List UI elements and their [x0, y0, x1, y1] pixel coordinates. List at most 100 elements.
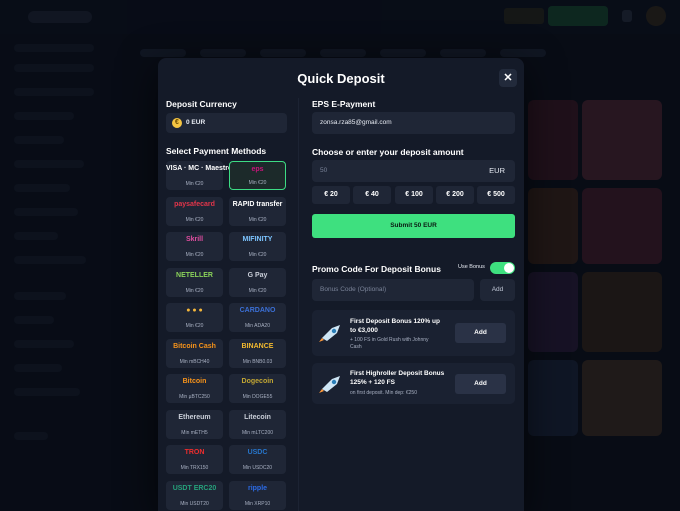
toggle-knob: [504, 263, 514, 273]
payment-method-card[interactable]: Ethereum Min mETH5: [166, 410, 223, 439]
payment-method-logo: USDT ERC20: [172, 485, 217, 492]
payment-method-card[interactable]: eps Min €20: [229, 161, 286, 190]
bonus-title-line2: to €3,000: [350, 327, 378, 334]
payment-method-card[interactable]: ● ● ● Min €20: [166, 303, 223, 332]
amount-100-button[interactable]: € 100: [395, 186, 433, 204]
payment-method-card[interactable]: USDT ERC20 Min USDT20: [166, 481, 223, 510]
deposit-currency-label: Deposit Currency: [166, 99, 237, 109]
payment-method-card[interactable]: Bitcoin Min µBTC250: [166, 374, 223, 403]
bonus-title: First Deposit Bonus 120% up: [350, 318, 440, 325]
payment-method-minimum: Min DOGE55: [242, 394, 273, 400]
amount-placeholder: 50: [320, 167, 328, 174]
bonus-title-line2: 125% + 120 FS: [350, 379, 395, 386]
payment-method-logo: TRON: [184, 449, 205, 456]
close-button[interactable]: ✕: [499, 69, 517, 87]
payment-method-logo: USDC: [247, 449, 268, 456]
amount-label: Choose or enter your deposit amount: [312, 147, 464, 157]
currency-value: 0 EUR: [186, 119, 206, 126]
payment-method-minimum: Min XRP10: [244, 501, 271, 507]
payment-method-card[interactable]: USDC Min USDC20: [229, 445, 286, 474]
payment-method-minimum: Min µBTC250: [179, 394, 210, 400]
payment-method-logo: ripple: [247, 485, 268, 492]
payment-method-logo: VISA · MC · Maestro: [166, 165, 233, 172]
payment-method-card[interactable]: G Pay Min €20: [229, 268, 286, 297]
amount-40-button[interactable]: € 40: [353, 186, 391, 204]
promo-label: Promo Code For Deposit Bonus: [312, 264, 441, 274]
bonus-description: on first deposit. Min dep: €250: [350, 390, 417, 396]
payment-method-logo: eps: [251, 166, 264, 173]
amount-input[interactable]: 50 EUR: [312, 160, 515, 182]
payment-method-card[interactable]: CARDANO Min ADA20: [229, 303, 286, 332]
add-bonus-button[interactable]: Add: [455, 323, 506, 343]
payment-method-card[interactable]: Bitcoin Cash Min mBCH40: [166, 339, 223, 368]
payment-method-card[interactable]: Litecoin Min mLTC200: [229, 410, 286, 439]
payment-method-minimum: Min €20: [185, 181, 204, 187]
payment-method-card[interactable]: MIFINITY Min €20: [229, 232, 286, 261]
add-bonus-button[interactable]: Add: [455, 374, 506, 394]
use-bonus-toggle[interactable]: [490, 262, 515, 274]
payment-methods-label: Select Payment Methods: [166, 146, 267, 156]
rocket-icon: [319, 376, 340, 393]
payment-method-logo: Ethereum: [178, 414, 211, 421]
payment-method-logo: Bitcoin Cash: [173, 343, 216, 350]
payment-method-card[interactable]: Dogecoin Min DOGE55: [229, 374, 286, 403]
payment-method-logo: BINANCE: [241, 343, 274, 350]
payment-method-logo: Skrill: [185, 236, 204, 243]
payment-method-minimum: Min ADA20: [244, 323, 270, 329]
payment-method-logo: Bitcoin: [182, 378, 207, 385]
payment-method-minimum: Min USDC20: [242, 465, 273, 471]
use-bonus-label: Use Bonus: [458, 264, 485, 270]
submit-button[interactable]: Submit 50 EUR: [312, 214, 515, 238]
payment-method-minimum: Min €20: [248, 217, 267, 223]
payment-method-logo: NETELLER: [176, 272, 213, 279]
payment-method-card[interactable]: NETELLER Min €20: [166, 268, 223, 297]
bonus-code-placeholder: Bonus Code (Optional): [320, 286, 387, 293]
bonus-description: + 100 FS in Gold Rush with Johnny: [350, 337, 429, 343]
payment-method-minimum: Min BNB0.03: [242, 359, 273, 365]
payment-method-card[interactable]: RAPID transfer Min €20: [229, 197, 286, 226]
close-icon: ✕: [503, 72, 513, 84]
amount-20-button[interactable]: € 20: [312, 186, 350, 204]
bonus-code-input[interactable]: Bonus Code (Optional): [312, 279, 474, 301]
bonus-card: First Highroller Deposit Bonus 125% + 12…: [312, 363, 515, 404]
payment-method-logo: paysafecard: [174, 201, 215, 208]
payment-method-card[interactable]: BINANCE Min BNB0.03: [229, 339, 286, 368]
payment-method-logo: Litecoin: [244, 414, 271, 421]
payment-method-minimum: Min USDT20: [180, 501, 209, 507]
add-code-button[interactable]: Add: [480, 279, 515, 301]
currency-select[interactable]: € 0 EUR: [166, 113, 287, 133]
amount-200-button[interactable]: € 200: [436, 186, 474, 204]
payment-method-minimum: Min €20: [248, 180, 267, 186]
payment-method-logo: Dogecoin: [241, 378, 274, 385]
payment-method-minimum: Min €20: [185, 252, 204, 258]
payment-method-logo: MIFINITY: [242, 236, 273, 243]
payment-method-card[interactable]: Skrill Min €20: [166, 232, 223, 261]
euro-coin-icon: €: [172, 118, 182, 128]
payment-method-logo: RAPID transfer: [232, 201, 283, 208]
selected-method-label: EPS E-Payment: [312, 99, 376, 109]
amount-currency: EUR: [489, 166, 505, 175]
email-value: zonsa.rza85@gmail.com: [320, 119, 392, 126]
quick-deposit-modal: Quick Deposit ✕ Deposit Currency € 0 EUR…: [158, 58, 524, 511]
payment-method-card[interactable]: TRON Min TRX150: [166, 445, 223, 474]
payment-method-logo: CARDANO: [239, 307, 276, 314]
bonus-title: First Highroller Deposit Bonus: [350, 370, 445, 377]
payment-method-minimum: Min mETH5: [181, 430, 208, 436]
column-divider: [298, 98, 299, 511]
payment-method-minimum: Min €20: [248, 288, 267, 294]
payment-method-minimum: Min €20: [185, 288, 204, 294]
amount-500-button[interactable]: € 500: [477, 186, 515, 204]
email-field[interactable]: zonsa.rza85@gmail.com: [312, 112, 515, 134]
payment-method-card[interactable]: ripple Min XRP10: [229, 481, 286, 510]
payment-method-minimum: Min €20: [185, 323, 204, 329]
payment-method-logo: G Pay: [247, 272, 268, 279]
bonus-description-line2: Cash: [350, 344, 362, 350]
modal-title: Quick Deposit: [297, 71, 385, 86]
payment-method-minimum: Min TRX150: [180, 465, 209, 471]
payment-method-card[interactable]: paysafecard Min €20: [166, 197, 223, 226]
rocket-icon: [319, 325, 340, 342]
payment-method-minimum: Min €20: [248, 252, 267, 258]
payment-method-logo: ● ● ●: [186, 307, 203, 314]
payment-method-card[interactable]: VISA · MC · Maestro Min €20: [166, 161, 233, 190]
bonus-card: First Deposit Bonus 120% up to €3,000 + …: [312, 310, 515, 356]
